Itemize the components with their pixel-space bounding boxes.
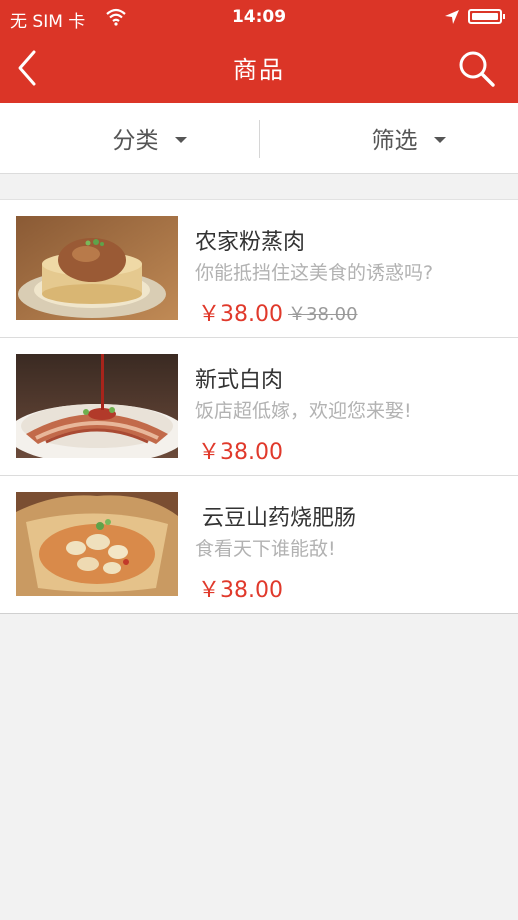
filter-divider xyxy=(259,120,260,158)
status-time: 14:09 xyxy=(231,7,287,27)
product-name: 新式白肉 xyxy=(195,368,284,393)
product-description: 食看天下谁能敌! xyxy=(195,538,336,560)
location-arrow-icon xyxy=(445,10,459,24)
search-icon[interactable] xyxy=(456,48,496,88)
screen-filter-label: 筛选 xyxy=(371,128,418,154)
product-name: 农家粉蒸肉 xyxy=(195,230,306,255)
product-thumbnail xyxy=(16,216,178,320)
product-original-price: ￥38.00 xyxy=(288,304,358,325)
product-thumbnail xyxy=(16,492,178,596)
product-name: 云豆山药烧肥肠 xyxy=(195,506,356,531)
product-item[interactable]: 云豆山药烧肥肠 食看天下谁能敌! ￥38.00 xyxy=(0,476,518,614)
caret-down-icon xyxy=(174,136,187,143)
product-description: 你能抵挡住这美食的诱惑吗? xyxy=(195,262,434,284)
navigation-bar: 无 SIM 卡 14:09 商品 xyxy=(0,0,518,103)
category-filter-button[interactable]: 分类 xyxy=(20,103,279,173)
product-price: ￥38.00 xyxy=(198,578,283,603)
battery-icon xyxy=(468,9,505,24)
category-filter-label: 分类 xyxy=(112,128,159,154)
product-list: 农家粉蒸肉 你能抵挡住这美食的诱惑吗? ￥38.00 ￥38.00 新式白肉 饭… xyxy=(0,199,518,614)
filter-bar: 分类 筛选 xyxy=(0,103,518,174)
product-item[interactable]: 新式白肉 饭店超低嫁，欢迎您来娶! ￥38.00 xyxy=(0,338,518,476)
page-title: 商品 xyxy=(233,56,285,84)
screen-filter-button[interactable]: 筛选 xyxy=(279,103,518,173)
product-item[interactable]: 农家粉蒸肉 你能抵挡住这美食的诱惑吗? ￥38.00 ￥38.00 xyxy=(0,200,518,338)
product-description: 饭店超低嫁，欢迎您来娶! xyxy=(195,400,412,422)
product-thumbnail xyxy=(16,354,178,458)
caret-down-icon xyxy=(433,136,446,143)
product-price: ￥38.00 xyxy=(198,302,283,327)
product-price: ￥38.00 xyxy=(198,440,283,465)
status-bar: 无 SIM 卡 14:09 xyxy=(0,0,518,36)
